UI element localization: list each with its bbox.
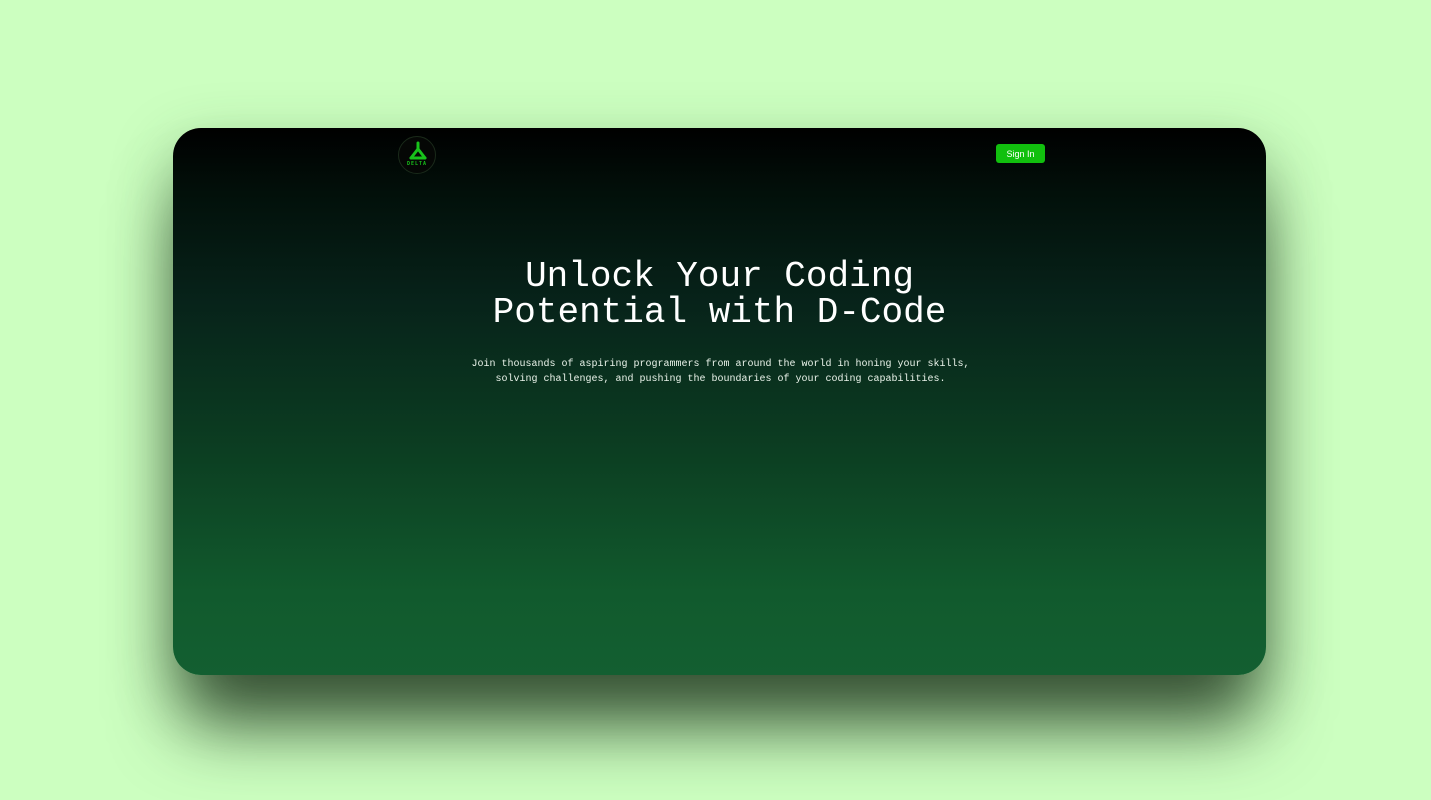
delta-logo[interactable]: DELTA bbox=[398, 136, 436, 174]
hero-subtitle: Join thousands of aspiring programmers f… bbox=[471, 359, 970, 385]
hero-title: Unlock Your Coding Potential with D-Code bbox=[173, 259, 1266, 331]
sign-in-button[interactable]: Sign In bbox=[996, 144, 1045, 163]
hero-title-line-2: Potential with D-Code bbox=[492, 292, 947, 333]
delta-triangle-logo-icon bbox=[409, 141, 427, 160]
landing-card: DELTA Sign In Unlock Your Coding Potenti… bbox=[173, 128, 1266, 675]
hero-title-line-1: Unlock Your Coding bbox=[525, 256, 914, 297]
logo-text: DELTA bbox=[406, 161, 428, 167]
page-background: DELTA Sign In Unlock Your Coding Potenti… bbox=[0, 0, 1431, 800]
